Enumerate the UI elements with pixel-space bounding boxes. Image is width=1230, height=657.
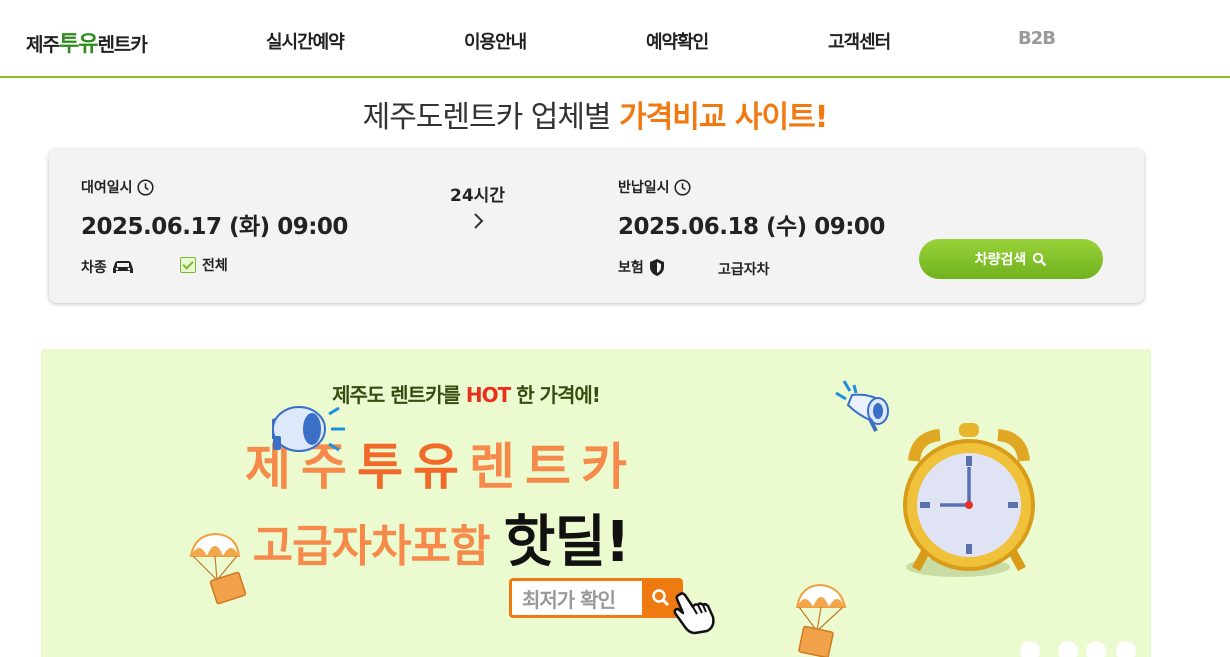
megaphone-icon <box>835 380 889 432</box>
headline-highlight: 가격비교 사이트! <box>619 100 828 135</box>
chevron-right-icon <box>474 213 484 229</box>
nav-customer-center[interactable]: 고객센터 <box>828 28 891 54</box>
banner-title2-a: 고급자차포함 <box>252 521 504 572</box>
banner-top-prefix: 제주도 렌트카를 <box>332 383 466 407</box>
lowest-price-button[interactable]: 최저가 확인 <box>509 578 683 618</box>
vehicle-search-button[interactable]: 차량검색 <box>919 239 1103 279</box>
insurance-row: 보험 <box>618 257 666 277</box>
banner-top-line: 제주도 렌트카를 HOT 한 가격에! <box>41 379 891 408</box>
return-label: 반납일시 <box>618 180 670 196</box>
banner-hot-text: HOT <box>465 383 511 407</box>
search-panel: 대여일시 2025.06.17 (화) 09:00 24시간 반납일시 2025… <box>49 149 1144 303</box>
banner-title-line2: 고급자차포함 핫딜! <box>41 497 841 578</box>
shield-icon <box>649 258 664 276</box>
alarm-clock-icon <box>903 423 1035 577</box>
car-icon <box>112 261 133 273</box>
nav-b2b[interactable]: B2B <box>1018 28 1056 49</box>
parachute-box-icon <box>189 532 247 605</box>
banner-top-suffix: 한 가격에! <box>510 383 601 407</box>
banner-title1-c: 렌트카 <box>469 438 637 496</box>
return-label-row: 반납일시 <box>618 177 691 197</box>
insurance-value[interactable]: 고급자차 <box>718 259 770 279</box>
nav-realtime-reservation[interactable]: 실시간예약 <box>266 28 345 54</box>
promo-banner[interactable]: 제주도 렌트카를 HOT 한 가격에! 제주투유렌트카 고급자차포함 핫딜! 최… <box>41 349 1151 657</box>
logo-highlight: 투유 <box>58 32 98 57</box>
car-type-label: 차종 <box>81 260 107 276</box>
return-date[interactable]: 2025.06.18 (수) 09:00 <box>618 207 885 241</box>
megaphone-icon <box>272 406 345 452</box>
hand-pointer-icon <box>673 592 715 635</box>
lowest-price-label: 최저가 확인 <box>522 587 616 612</box>
parachute-box-icon <box>795 583 847 657</box>
pickup-label: 대여일시 <box>81 180 133 196</box>
logo-suffix: 렌트카 <box>97 34 147 56</box>
banner-title1-b: 투유 <box>357 438 469 496</box>
decorative-dots <box>1020 641 1136 657</box>
headline-text: 제주도렌트카 업체별 <box>362 100 620 135</box>
pickup-date[interactable]: 2025.06.17 (화) 09:00 <box>81 207 348 241</box>
clock-icon <box>673 178 691 196</box>
rental-duration: 24시간 <box>450 186 505 206</box>
logo-prefix: 제주 <box>26 34 60 56</box>
page-headline: 제주도렌트카 업체별 가격비교 사이트! <box>0 92 1190 136</box>
vehicle-search-label: 차량검색 <box>974 252 1027 268</box>
banner-title-line1: 제주투유렌트카 <box>41 427 841 499</box>
car-type-all-label: 전체 <box>202 258 228 274</box>
car-type-row: 차종 <box>81 257 135 277</box>
top-navigation: 제주투유렌트카 실시간예약 이용안내 예약확인 고객센터 B2B <box>0 0 1230 78</box>
site-logo[interactable]: 제주투유렌트카 <box>26 26 148 58</box>
insurance-label: 보험 <box>618 260 644 276</box>
checkbox-checked-icon <box>180 257 196 273</box>
car-type-all-checkbox[interactable]: 전체 <box>180 255 228 275</box>
pickup-label-row: 대여일시 <box>81 177 154 197</box>
search-icon <box>1033 252 1047 266</box>
nav-usage-guide[interactable]: 이용안내 <box>464 28 527 54</box>
nav-reservation-check[interactable]: 예약확인 <box>646 28 709 54</box>
clock-icon <box>136 178 154 196</box>
banner-title2-b: 핫딜! <box>503 510 631 575</box>
